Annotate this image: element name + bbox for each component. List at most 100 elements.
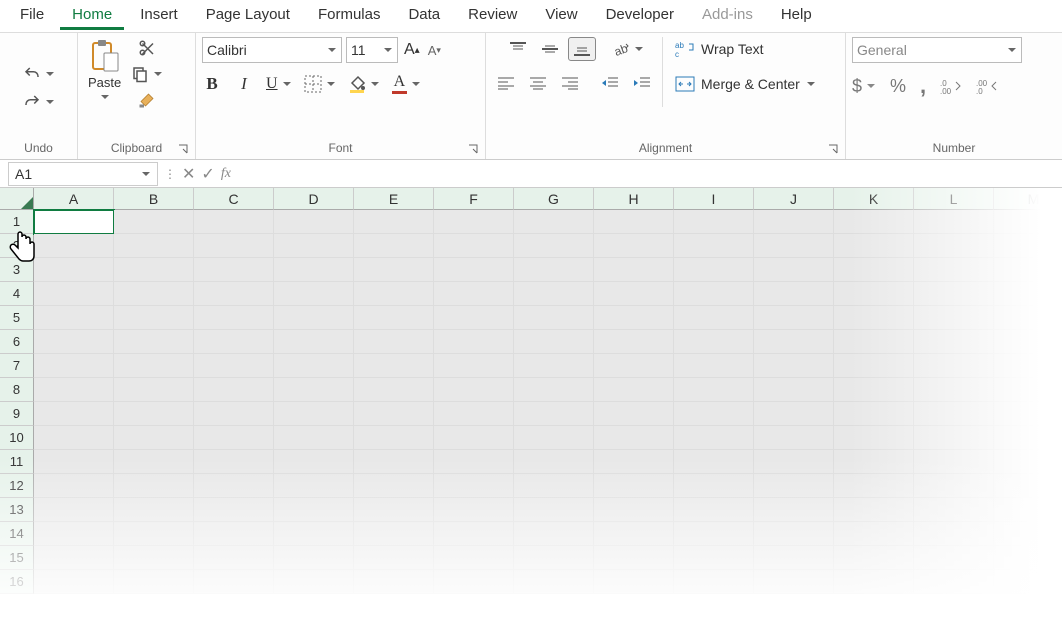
column-header[interactable]: D	[274, 188, 354, 210]
cell[interactable]	[194, 426, 274, 450]
cell[interactable]	[834, 378, 914, 402]
cell[interactable]	[994, 402, 1062, 426]
cell[interactable]	[594, 306, 674, 330]
cell[interactable]	[594, 402, 674, 426]
row-header[interactable]: 11	[0, 450, 34, 474]
cell[interactable]	[434, 450, 514, 474]
cell[interactable]	[754, 210, 834, 234]
tab-insert[interactable]: Insert	[128, 2, 190, 30]
cell[interactable]	[274, 426, 354, 450]
column-header[interactable]: F	[434, 188, 514, 210]
column-header[interactable]: M	[994, 188, 1062, 210]
cell[interactable]	[914, 402, 994, 426]
cell[interactable]	[994, 330, 1062, 354]
merge-center-button[interactable]: Merge & Center	[669, 73, 822, 95]
cell[interactable]	[194, 450, 274, 474]
cell[interactable]	[594, 426, 674, 450]
decrease-indent-button[interactable]	[596, 71, 624, 95]
paste-button[interactable]: Paste	[84, 37, 125, 104]
cell[interactable]	[914, 330, 994, 354]
cell[interactable]	[34, 570, 114, 594]
cell[interactable]	[354, 282, 434, 306]
cell[interactable]	[34, 546, 114, 570]
cell[interactable]	[594, 450, 674, 474]
cell[interactable]	[194, 210, 274, 234]
cell[interactable]	[834, 210, 914, 234]
row-header[interactable]: 12	[0, 474, 34, 498]
cell[interactable]	[994, 378, 1062, 402]
cell[interactable]	[594, 498, 674, 522]
copy-button[interactable]	[131, 65, 163, 83]
cell[interactable]	[434, 258, 514, 282]
cancel-formula-button[interactable]: ✕	[182, 164, 195, 184]
cell[interactable]	[674, 402, 754, 426]
cell[interactable]	[754, 306, 834, 330]
cell[interactable]	[754, 258, 834, 282]
cell[interactable]	[114, 330, 194, 354]
cell[interactable]	[674, 570, 754, 594]
align-right-button[interactable]	[556, 71, 584, 95]
cell[interactable]	[754, 474, 834, 498]
cell[interactable]	[994, 210, 1062, 234]
cell[interactable]	[354, 210, 434, 234]
cell[interactable]	[274, 282, 354, 306]
cell[interactable]	[674, 306, 754, 330]
cell[interactable]	[274, 450, 354, 474]
cell[interactable]	[674, 378, 754, 402]
tab-help[interactable]: Help	[769, 2, 824, 30]
tab-developer[interactable]: Developer	[594, 2, 686, 30]
cell[interactable]	[914, 354, 994, 378]
cell[interactable]	[114, 546, 194, 570]
cell[interactable]	[194, 498, 274, 522]
cell[interactable]	[674, 210, 754, 234]
cell[interactable]	[994, 522, 1062, 546]
fill-color-button[interactable]	[348, 75, 380, 93]
cell[interactable]	[114, 210, 194, 234]
cell[interactable]	[274, 258, 354, 282]
cell[interactable]	[434, 402, 514, 426]
row-header[interactable]: 13	[0, 498, 34, 522]
cell[interactable]	[354, 330, 434, 354]
cell[interactable]	[674, 354, 754, 378]
cell[interactable]	[34, 474, 114, 498]
font-size-select[interactable]: 11	[346, 37, 398, 63]
cell[interactable]	[754, 330, 834, 354]
cell[interactable]	[994, 474, 1062, 498]
cell[interactable]	[354, 522, 434, 546]
align-middle-button[interactable]	[536, 37, 564, 61]
underline-button[interactable]: U	[266, 75, 292, 93]
cell[interactable]	[674, 522, 754, 546]
tab-home[interactable]: Home	[60, 2, 124, 30]
cell[interactable]	[354, 570, 434, 594]
column-header[interactable]: J	[754, 188, 834, 210]
cell[interactable]	[914, 450, 994, 474]
cell[interactable]	[834, 498, 914, 522]
cell[interactable]	[914, 522, 994, 546]
cell[interactable]	[194, 234, 274, 258]
align-bottom-button[interactable]	[568, 37, 596, 61]
cell[interactable]	[914, 474, 994, 498]
row-header[interactable]: 1	[0, 210, 34, 234]
cell[interactable]	[114, 378, 194, 402]
cell[interactable]	[834, 426, 914, 450]
tab-file[interactable]: File	[8, 2, 56, 30]
cell[interactable]	[274, 474, 354, 498]
increase-font-button[interactable]: A▴	[402, 39, 422, 61]
column-header[interactable]: K	[834, 188, 914, 210]
row-header[interactable]: 9	[0, 402, 34, 426]
cell[interactable]	[34, 330, 114, 354]
increase-indent-button[interactable]	[628, 71, 656, 95]
alignment-launcher[interactable]	[827, 143, 839, 155]
cell[interactable]	[674, 258, 754, 282]
cell[interactable]	[434, 210, 514, 234]
align-left-button[interactable]	[492, 71, 520, 95]
cell[interactable]	[594, 378, 674, 402]
cell[interactable]	[194, 522, 274, 546]
cell[interactable]	[274, 210, 354, 234]
cell[interactable]	[114, 426, 194, 450]
column-header[interactable]: B	[114, 188, 194, 210]
cell[interactable]	[834, 234, 914, 258]
cell[interactable]	[754, 402, 834, 426]
cell[interactable]	[274, 522, 354, 546]
cell[interactable]	[114, 234, 194, 258]
